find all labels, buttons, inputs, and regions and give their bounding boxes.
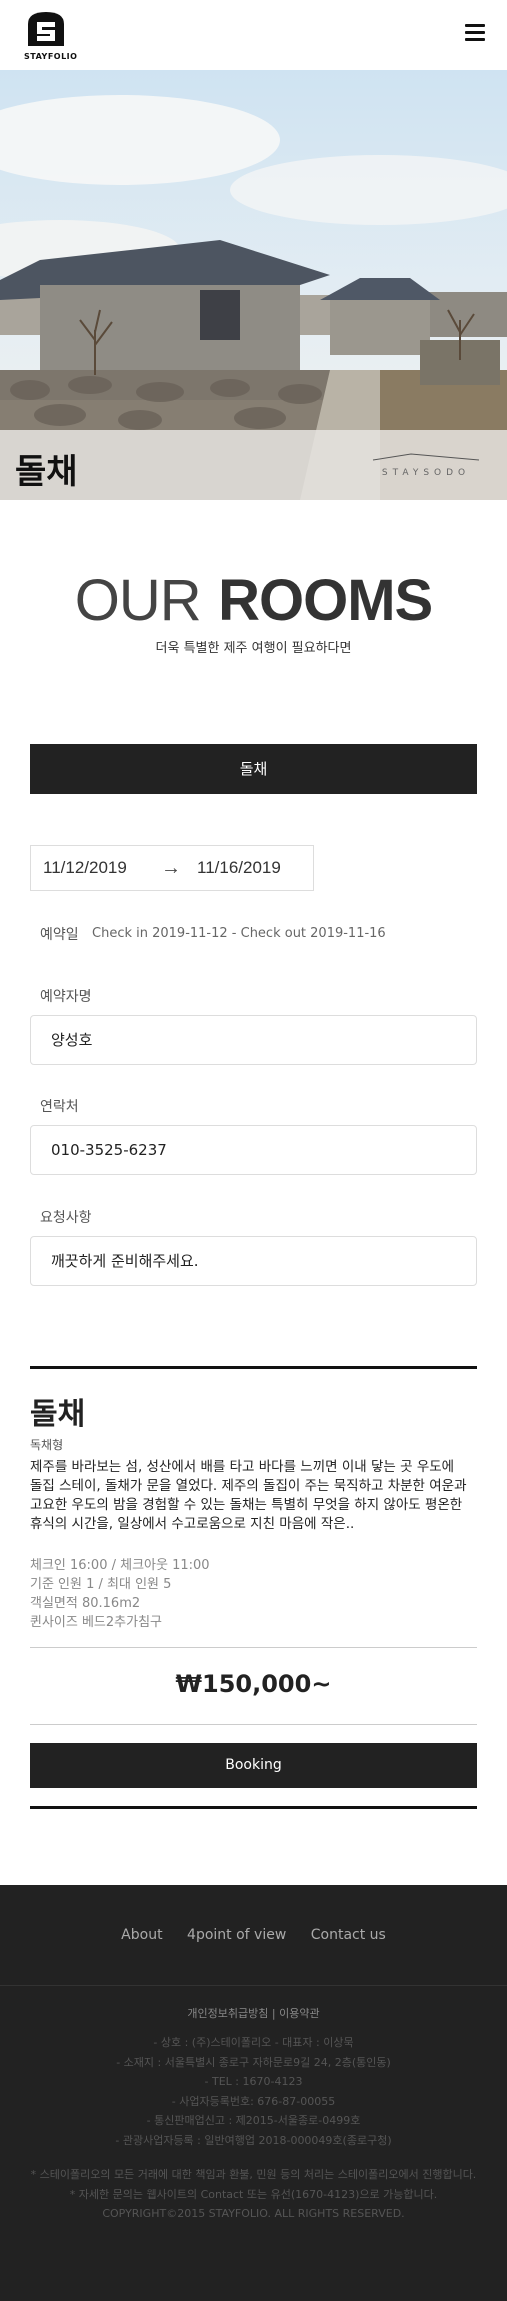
room-info-checkin: 체크인 16:00 / 체크아웃 11:00 bbox=[30, 1558, 210, 1573]
footer-info-line: - 상호 : (주)스테이폴리오 - 대표자 : 이상묵 bbox=[153, 2036, 354, 2049]
staysodo-logo: STAYSODO bbox=[371, 452, 481, 478]
check-in-date[interactable]: 11/12/2019 bbox=[43, 858, 127, 878]
room-card-bottom-divider bbox=[30, 1806, 477, 1809]
request-field[interactable]: 깨끗하게 준비해주세요. bbox=[30, 1236, 477, 1286]
room-type: 독채형 bbox=[30, 1438, 64, 1452]
logo-s-icon bbox=[28, 12, 64, 46]
footer-info-line: - TEL : 1670-4123 bbox=[204, 2075, 303, 2088]
footer-note-line: * 자세한 문의는 웹사이트의 Contact 또는 유선(1670-4123)… bbox=[69, 2187, 438, 2201]
room-info-capacity: 기준 인원 1 / 최대 인원 5 bbox=[30, 1577, 172, 1592]
our-rooms-title-thin: OUR bbox=[74, 568, 202, 633]
reservation-date-value: Check in 2019-11-12 - Check out 2019-11-… bbox=[92, 926, 386, 941]
footer-info-line: - 관광사업자등록 : 일반여행업 2018-000049호(종로구청) bbox=[115, 2133, 392, 2147]
room-price: ₩150,000~ bbox=[175, 1670, 332, 1698]
hero-title: 돌채 bbox=[15, 452, 78, 492]
footer-link-4point-of-view[interactable]: 4point of view bbox=[187, 1927, 286, 1943]
our-rooms-subtitle: 더욱 특별한 제주 여행이 필요하다면 bbox=[155, 641, 352, 656]
phone-field[interactable]: 010-3525-6237 bbox=[30, 1125, 477, 1175]
footer-info-line: - 소재지 : 서울특별시 종로구 자하문로9길 24, 2층(통인동) bbox=[116, 2055, 391, 2069]
footer-copyright: COPYRIGHT©2015 STAYFOLIO. ALL RIGHTS RES… bbox=[102, 2207, 405, 2220]
footer-note-line: * 스테이폴리오의 모든 거래에 대한 책임과 환불, 민원 등의 처리는 스테… bbox=[30, 2168, 477, 2181]
hamburger-menu-icon[interactable] bbox=[465, 24, 485, 44]
room-info-list: 체크인 16:00 / 체크아웃 11:00 기준 인원 1 / 최대 인원 5… bbox=[30, 1556, 210, 1632]
footer-divider bbox=[0, 1985, 507, 1986]
room-description: 제주를 바라보는 섬, 성산에서 배를 타고 바다를 느끼면 이내 닿는 곳 우… bbox=[30, 1459, 467, 1532]
phone-label: 연락처 bbox=[40, 1099, 79, 1115]
footer-link-contact-us[interactable]: Contact us bbox=[311, 1927, 386, 1943]
name-field[interactable]: 양성호 bbox=[30, 1015, 477, 1065]
arrow-right-icon: → bbox=[161, 857, 181, 879]
price-top-divider bbox=[30, 1647, 477, 1648]
hero-brand-text: STAYSODO bbox=[381, 468, 471, 478]
our-rooms-title-bold: ROOMS bbox=[218, 568, 433, 633]
room-name-banner: 돌채 bbox=[30, 744, 477, 794]
our-rooms-title: OUR ROOMS bbox=[0, 568, 507, 633]
room-name: 돌채 bbox=[30, 1397, 86, 1432]
name-label: 예약자명 bbox=[40, 989, 92, 1005]
hero-title-bar: 돌채 STAYSODO bbox=[0, 430, 507, 500]
price-bottom-divider bbox=[30, 1724, 477, 1725]
reservation-date-label: 예약일 bbox=[40, 927, 79, 943]
room-info-area: 객실면적 80.16m2 bbox=[30, 1596, 141, 1611]
check-out-date[interactable]: 11/16/2019 bbox=[197, 858, 281, 878]
brand-roofline-icon bbox=[372, 453, 480, 461]
footer-policy-links[interactable]: 개인정보취급방침 | 이용약관 bbox=[0, 2005, 507, 2021]
request-label: 요청사항 bbox=[40, 1210, 92, 1226]
date-range-picker[interactable]: 11/12/2019 → 11/16/2019 bbox=[30, 845, 314, 891]
footer-info-line: - 통신판매업신고 : 제2015-서울종로-0499호 bbox=[146, 2114, 361, 2127]
room-info-bed: 퀸사이즈 베드2추가침구 bbox=[30, 1615, 163, 1630]
footer-nav: About 4point of view Contact us bbox=[0, 1927, 507, 1943]
site-footer: About 4point of view Contact us 개인정보취급방침… bbox=[0, 1885, 507, 2301]
room-card-top-divider bbox=[30, 1366, 477, 1369]
our-rooms-heading: OUR ROOMS 더욱 특별한 제주 여행이 필요하다면 bbox=[0, 568, 507, 657]
footer-link-about[interactable]: About bbox=[121, 1927, 162, 1943]
logo-text: STAYFOLIO bbox=[24, 52, 78, 61]
hero-image: 돌채 STAYSODO bbox=[0, 70, 507, 500]
booking-button[interactable]: Booking bbox=[30, 1743, 477, 1788]
site-header: STAYFOLIO bbox=[0, 0, 507, 71]
footer-company-info: - 상호 : (주)스테이폴리오 - 대표자 : 이상묵 - 소재지 : 서울특… bbox=[0, 2033, 507, 2150]
stayfolio-logo[interactable]: STAYFOLIO bbox=[24, 10, 78, 61]
footer-notes: * 스테이폴리오의 모든 거래에 대한 책임과 환불, 민원 등의 처리는 스테… bbox=[20, 2165, 487, 2224]
footer-info-line: - 사업자등록번호: 676-87-00055 bbox=[171, 2094, 336, 2108]
